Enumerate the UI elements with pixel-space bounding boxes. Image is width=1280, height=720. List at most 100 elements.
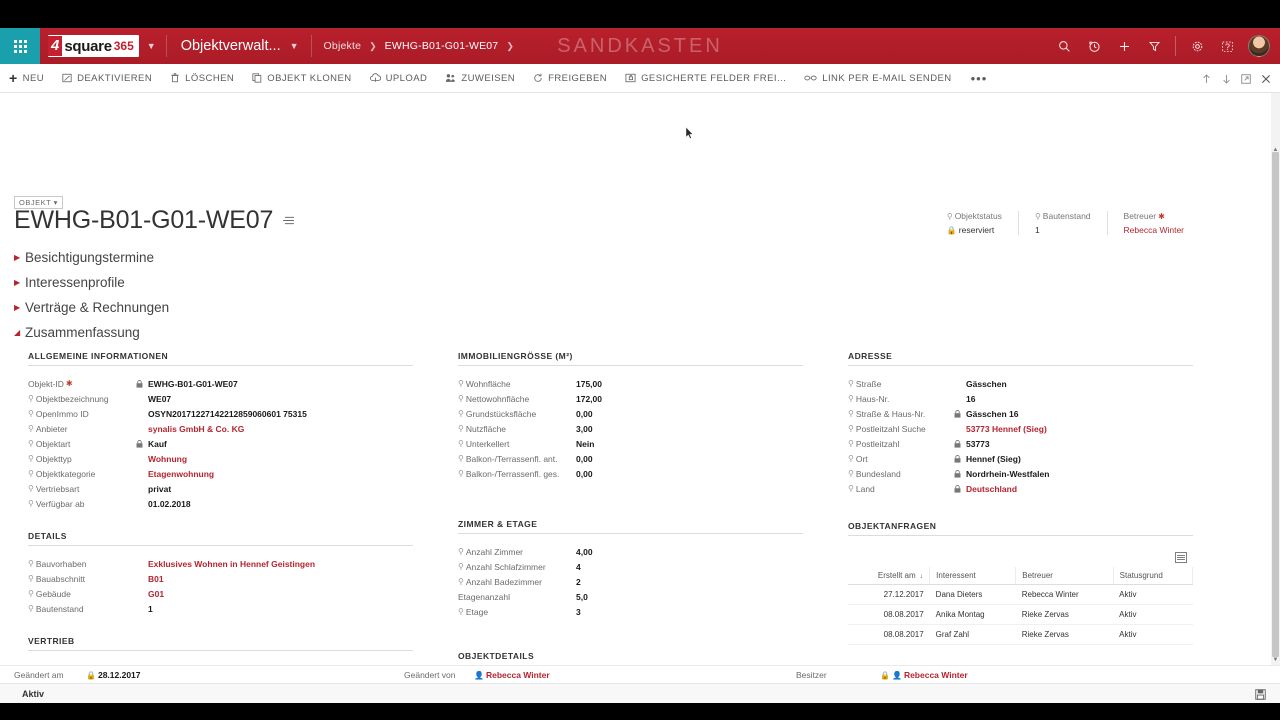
- table-header-statusgrund[interactable]: Statusgrund: [1113, 567, 1194, 585]
- assign-button[interactable]: ZUWEISEN: [436, 64, 524, 93]
- pin-icon: ⚲: [848, 439, 854, 448]
- header-field-objektstatus[interactable]: ⚲ Objektstatus 🔒 reserviert: [931, 211, 1018, 235]
- deactivate-button[interactable]: DEAKTIVIEREN: [53, 64, 161, 93]
- title-menu-icon[interactable]: [282, 213, 295, 228]
- section-toggle-vertraege-rechnungen[interactable]: ▶ Verträge & Rechnungen: [14, 295, 414, 320]
- table-row[interactable]: 08.08.2017 Graf Zahl Rieke Zervas Aktiv: [848, 624, 1193, 645]
- app-launcher-button[interactable]: [0, 28, 40, 64]
- email-link-button[interactable]: LINK PER E-MAIL SENDEN: [795, 64, 960, 93]
- header-field-betreuer[interactable]: Betreuer ✱ Rebecca Winter: [1106, 211, 1200, 235]
- arrow-up-icon[interactable]: [1196, 64, 1216, 93]
- assign-button-label: ZUWEISEN: [461, 72, 516, 84]
- field-label: ⚲ Land: [848, 484, 954, 494]
- command-overflow-button[interactable]: •••: [961, 71, 998, 86]
- save-icon[interactable]: [1255, 689, 1266, 703]
- settings-icon[interactable]: [1182, 28, 1212, 64]
- pin-icon: ⚲: [458, 469, 464, 478]
- section-toggle-zusammenfassung[interactable]: ◢ Zusammenfassung: [14, 320, 414, 345]
- app-name-label[interactable]: Objektverwalt...: [181, 38, 281, 54]
- header-field-label-text: Objektstatus: [954, 211, 1002, 221]
- nav-divider-2: [310, 35, 312, 57]
- add-icon[interactable]: [1109, 28, 1139, 64]
- field-value[interactable]: Exklusives Wohnen in Hennef Geistingen: [148, 559, 315, 569]
- delete-button[interactable]: LÖSCHEN: [161, 64, 243, 93]
- table-row[interactable]: 27.12.2017 Dana Dieters Rebecca Winter Akti…: [848, 584, 1193, 605]
- field-label-text: Land: [855, 483, 875, 494]
- pin-icon: ⚲: [458, 577, 464, 586]
- field-value: Gässchen 16: [966, 408, 1019, 419]
- header-field-bautenstand[interactable]: ⚲ Bautenstand 1: [1017, 211, 1107, 235]
- field-value[interactable]: G01: [148, 589, 164, 599]
- new-button[interactable]: + NEU: [0, 64, 53, 93]
- pin-icon: ⚲: [28, 559, 34, 568]
- unlock-fields-button[interactable]: GESICHERTE FELDER FREI...: [616, 64, 795, 93]
- field-value[interactable]: B01: [148, 574, 164, 584]
- field-value: Nein: [576, 438, 595, 449]
- owner-value[interactable]: Rebecca Winter: [904, 670, 968, 680]
- arrow-down-icon[interactable]: [1216, 64, 1236, 93]
- breadcrumb-item-objekte[interactable]: Objekte: [324, 40, 362, 52]
- scrollbar-thumb[interactable]: [1272, 152, 1279, 657]
- status-bar: Aktiv: [0, 683, 1280, 703]
- section-toggle-label: Besichtigungstermine: [25, 250, 155, 265]
- clone-object-button[interactable]: OBJEKT KLONEN: [243, 64, 360, 93]
- brand-logo[interactable]: 4 square 365: [48, 35, 139, 57]
- field-value[interactable]: Wohnung: [148, 454, 187, 464]
- section-allgemeine-informationen: ALLGEMEINE INFORMATIONEN Objekt-ID ✱ EWHG-B…: [28, 351, 413, 511]
- field-value[interactable]: Deutschland: [966, 484, 1017, 494]
- pin-icon: ⚲: [848, 469, 854, 478]
- field-row: ⚲ Grundstücksfläche 0,00: [458, 406, 803, 421]
- table-row[interactable]: 08.08.2017 Anika Montag Rieke Zervas Aktiv: [848, 604, 1193, 625]
- close-icon[interactable]: [1256, 64, 1276, 93]
- field-value: Gässchen: [966, 378, 1007, 389]
- share-button[interactable]: FREIGEBEN: [524, 64, 616, 93]
- brand-chevron-down-icon[interactable]: ▼: [147, 41, 156, 51]
- cell-statusgrund: Aktiv: [1113, 624, 1193, 645]
- search-icon[interactable]: [1049, 28, 1079, 64]
- popout-icon[interactable]: [1236, 64, 1256, 93]
- cell-betreuer[interactable]: Rieke Zervas: [1015, 604, 1114, 625]
- recent-icon[interactable]: [1079, 28, 1109, 64]
- cell-betreuer[interactable]: Rieke Zervas: [1015, 624, 1114, 645]
- header-field-value-3[interactable]: Rebecca Winter: [1124, 225, 1184, 235]
- footer-audit-fields: Geändert am 🔒 28.12.2017 Geändert von 👤 …: [0, 665, 1280, 683]
- grid-view-icon[interactable]: [1175, 552, 1187, 563]
- user-avatar[interactable]: [1248, 35, 1270, 57]
- table-header-betreuer[interactable]: Betreuer: [1015, 567, 1114, 585]
- section-title: DETAILS: [28, 531, 413, 546]
- pin-icon: ⚲: [848, 454, 854, 463]
- section-immobiliengroesse: IMMOBILIENGRÖßE (m²)⚲Wohnfläche175,00⚲Ne…: [458, 351, 803, 481]
- cell-interessent[interactable]: Anika Montag: [929, 604, 1016, 625]
- help-icon[interactable]: ?: [1212, 28, 1242, 64]
- table-header-interessent[interactable]: Interessent: [929, 567, 1017, 585]
- chevron-right-icon-3: ▶: [14, 303, 21, 312]
- pin-icon: ⚲: [28, 454, 34, 463]
- table-header-row: Erstellt am ↓ Interessent Betreuer Statusgru…: [848, 567, 1194, 585]
- changed-by-value[interactable]: Rebecca Winter: [486, 670, 550, 680]
- field-label: ⚲ Bauvorhaben: [28, 559, 136, 569]
- form-column-right: ADRESSE ⚲ Straße Gässchen ⚲ Haus-Nr. 16 ⚲ Straße…: [848, 351, 1194, 645]
- pin-icon: ⚲: [28, 499, 34, 508]
- cell-interessent[interactable]: Dana Dieters: [929, 584, 1016, 605]
- field-value[interactable]: synalis GmbH & Co. KG: [148, 424, 244, 434]
- chevron-right-icon-2: ▶: [14, 278, 21, 287]
- app-chevron-down-icon[interactable]: ▼: [290, 41, 299, 51]
- section-toggle-interessenprofile[interactable]: ▶ Interessenprofile: [14, 270, 414, 295]
- upload-button[interactable]: UPLOAD: [361, 64, 437, 93]
- field-value[interactable]: 53773 Hennef (Sieg): [966, 424, 1047, 434]
- field-label: ⚲ Etage: [458, 607, 564, 617]
- breadcrumb-item-record[interactable]: EWHG-B01-G01-WE07: [385, 40, 499, 52]
- field-value[interactable]: Etagenwohnung: [148, 469, 214, 479]
- lock-icon-owner: 🔒: [880, 670, 890, 680]
- cell-interessent[interactable]: Graf Zahl: [929, 624, 1016, 645]
- field-value: 3: [576, 606, 581, 617]
- field-row: ⚲ Postleitzahl Suche 53773 Hennef (Sieg): [848, 421, 1193, 436]
- field-label-text: Grundstücksfläche: [465, 408, 537, 419]
- field-value: 16: [966, 393, 976, 404]
- section-toggle-besichtigungstermine[interactable]: ▶ Besichtigungstermine: [14, 245, 414, 270]
- cell-betreuer[interactable]: Rebecca Winter: [1015, 584, 1114, 605]
- field-label-text: Straße & Haus-Nr.: [855, 408, 926, 419]
- delete-button-label: LÖSCHEN: [185, 72, 235, 84]
- filter-icon[interactable]: [1139, 28, 1169, 64]
- table-header-erstellt-am[interactable]: Erstellt am ↓: [848, 567, 931, 585]
